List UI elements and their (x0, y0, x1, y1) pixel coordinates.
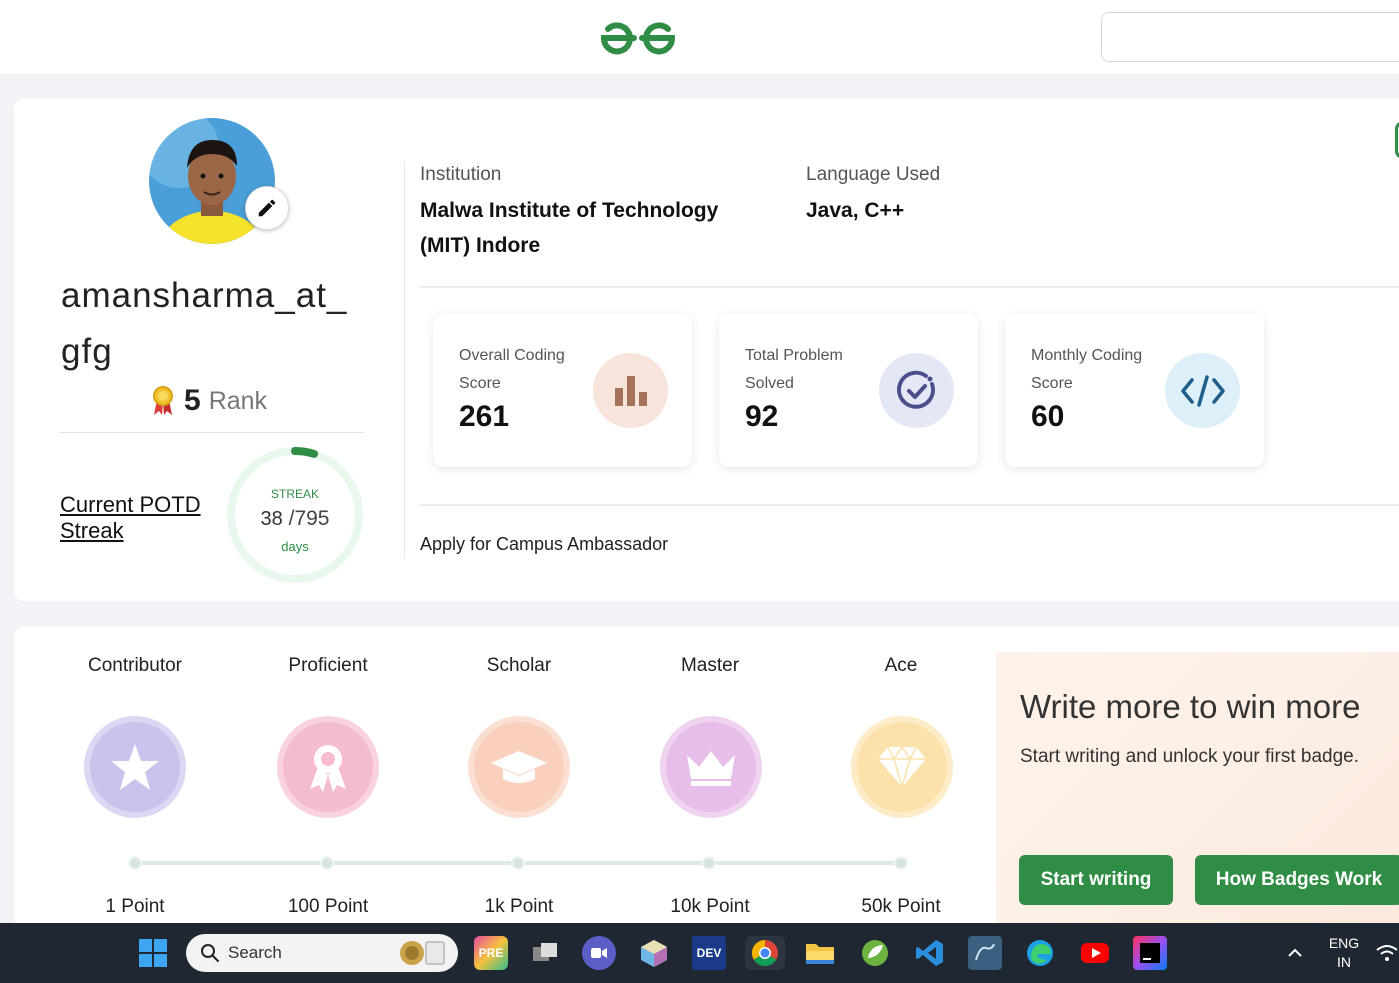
spring-tools-icon[interactable] (858, 936, 892, 970)
devcpp-icon[interactable]: DEV (692, 936, 726, 970)
start-writing-button[interactable]: Start writing (1019, 855, 1173, 905)
check-circle-icon (879, 353, 954, 428)
code-icon (1165, 353, 1240, 428)
task-view-icon[interactable] (528, 936, 562, 970)
windows-start-icon[interactable] (136, 936, 170, 970)
rank-row: 5 Rank (150, 384, 267, 418)
streak-total: /795 (288, 507, 330, 530)
header-search-input[interactable] (1101, 12, 1399, 62)
campus-ambassador-link[interactable]: Apply for Campus Ambassador (420, 534, 668, 555)
badge-name: Scholar (486, 655, 552, 676)
taskbar-search-label: Search (228, 943, 282, 962)
edit-avatar-button[interactable] (245, 186, 289, 230)
problems-solved-card: Total Problem Solved 92 (719, 314, 978, 467)
rank-label: Rank (208, 386, 268, 415)
progress-dot (702, 856, 716, 870)
teams-chat-icon[interactable] (582, 936, 616, 970)
file-explorer-icon[interactable] (803, 936, 837, 970)
edit-profile-button-edge[interactable] (1395, 121, 1399, 159)
graduation-cap-icon (468, 716, 570, 818)
virtualbox-icon[interactable] (637, 936, 671, 970)
badge-points: 1k Point (484, 896, 554, 917)
chrome-icon[interactable] (745, 936, 785, 970)
diamond-icon (851, 716, 953, 818)
progress-dot (320, 856, 334, 870)
wifi-icon[interactable] (1376, 936, 1398, 970)
monthly-score-card: Monthly Coding Score 60 (1005, 314, 1264, 467)
bar-chart-icon (593, 353, 668, 428)
language-indicator[interactable]: ENG IN (1322, 934, 1366, 972)
how-badges-work-button[interactable]: How Badges Work (1195, 855, 1399, 905)
gfg-logo-icon[interactable] (598, 18, 678, 58)
intellij-icon[interactable] (1133, 936, 1167, 970)
overall-score-card: Overall Coding Score 261 (433, 314, 692, 467)
medal-icon (153, 386, 173, 415)
rank-number: 5 (184, 384, 201, 417)
streak-unit: days (281, 539, 309, 554)
streak-label: STREAK (270, 487, 319, 501)
vscode-icon[interactable] (913, 936, 947, 970)
stat-title: Monthly Coding Score (1031, 347, 1143, 392)
username: amansharma_at_gfg (61, 276, 348, 371)
streak-current: 38 (260, 508, 283, 530)
divider (420, 504, 1399, 506)
badge-name: Contributor (88, 655, 182, 676)
ribbon-icon (277, 716, 379, 818)
badge-points: 1 Point (105, 896, 165, 917)
promo-title: Write more to win more (1020, 688, 1361, 725)
stat-value: 261 (459, 400, 510, 433)
crown-icon (660, 716, 762, 818)
language-code: ENG (1328, 935, 1360, 951)
institution-value: Malwa Institute of Technology (MIT) Indo… (420, 199, 719, 257)
badge-points: 10k Point (670, 896, 750, 917)
stat-value: 60 (1031, 400, 1065, 433)
chevron-up-icon[interactable] (1278, 936, 1312, 970)
badge-name: Proficient (288, 655, 368, 676)
stat-title: Overall Coding Score (459, 347, 565, 392)
taskbar-search[interactable]: Search (186, 934, 458, 972)
badge-points: 50k Point (861, 896, 941, 917)
pencil-icon (258, 199, 276, 217)
language-label: Language Used (806, 164, 941, 185)
search-icon (201, 944, 219, 962)
star-icon (84, 716, 186, 818)
divider (59, 432, 364, 433)
mysql-workbench-icon[interactable] (968, 936, 1002, 970)
stat-title: Total Problem Solved (745, 347, 843, 392)
search-highlight-icon (400, 941, 445, 965)
edge-icon[interactable] (1023, 936, 1057, 970)
language-value: Java, C++ (806, 199, 905, 222)
copilot-app-icon[interactable]: PRE (474, 936, 508, 970)
divider (420, 286, 1399, 288)
promo-subtitle: Start writing and unlock your first badg… (1020, 746, 1360, 767)
language-region: IN (1337, 954, 1351, 970)
badge-name: Ace (884, 655, 918, 676)
youtube-icon[interactable] (1078, 936, 1112, 970)
badge-points: 100 Point (287, 896, 369, 917)
vertical-divider (404, 162, 405, 558)
institution-label: Institution (420, 164, 502, 185)
streak-value: 38 /795 (226, 507, 364, 531)
progress-dot (128, 856, 142, 870)
stat-value: 92 (745, 400, 779, 433)
badge-name: Master (680, 655, 740, 676)
potd-streak-link[interactable]: Current POTD Streak (60, 492, 220, 544)
progress-dot (511, 856, 525, 870)
progress-dot (894, 856, 908, 870)
